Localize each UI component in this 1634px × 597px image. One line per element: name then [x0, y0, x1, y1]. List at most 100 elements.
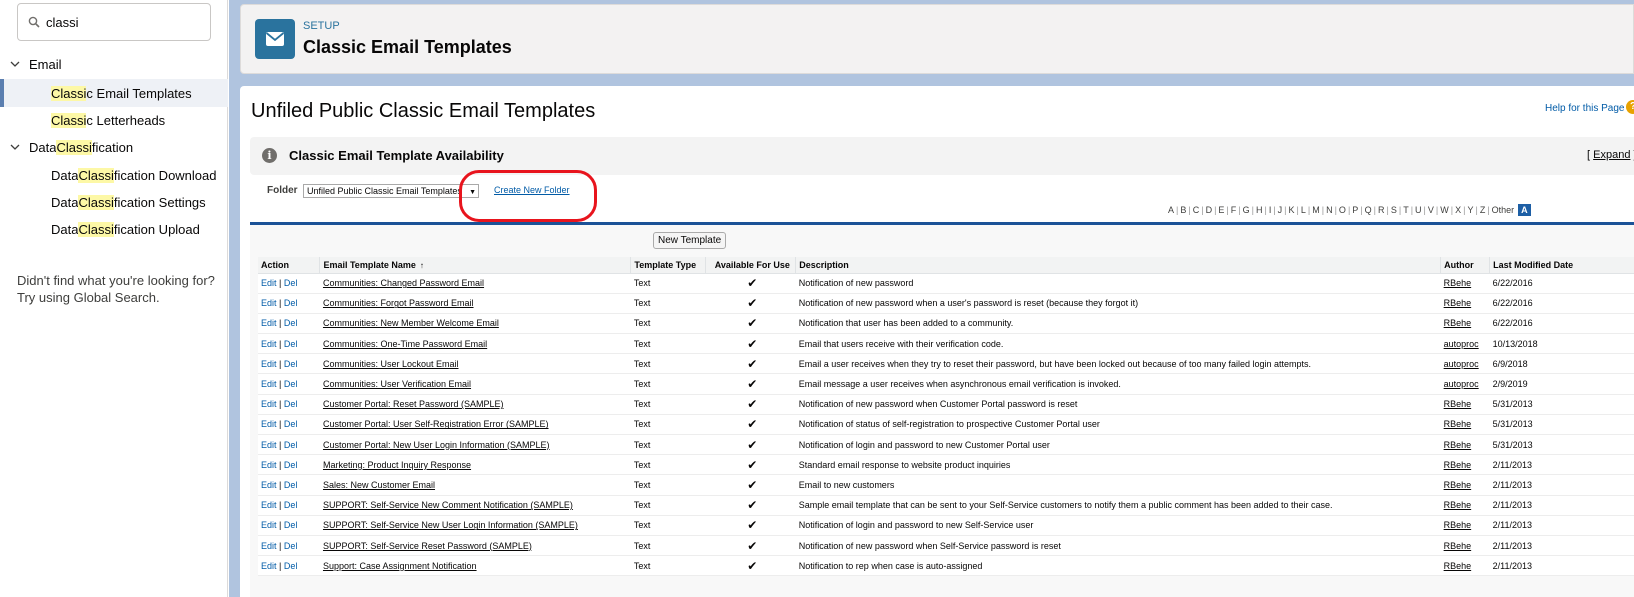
help-link[interactable]: Help for this Page: [1545, 103, 1625, 114]
edit-link[interactable]: Edit: [261, 278, 277, 288]
folder-select[interactable]: Unfiled Public Classic Email Templates ▼: [303, 184, 479, 198]
del-link[interactable]: Del: [284, 440, 298, 450]
template-name-link[interactable]: Customer Portal: New User Login Informat…: [323, 440, 550, 450]
del-link[interactable]: Del: [284, 500, 298, 510]
author-link[interactable]: autoproc: [1444, 339, 1479, 349]
del-link[interactable]: Del: [284, 541, 298, 551]
del-link[interactable]: Del: [284, 359, 298, 369]
alpha-filter-m[interactable]: M: [1312, 205, 1320, 215]
nav-item-data-classification-settings[interactable]: Data Classi fication Settings: [0, 188, 228, 216]
alpha-filter-f[interactable]: F: [1231, 205, 1237, 215]
edit-link[interactable]: Edit: [261, 379, 277, 389]
del-link[interactable]: Del: [284, 561, 298, 571]
edit-link[interactable]: Edit: [261, 339, 277, 349]
alpha-filter-r[interactable]: R: [1378, 205, 1385, 215]
author-link[interactable]: RBehe: [1444, 440, 1472, 450]
alpha-filter-i[interactable]: I: [1269, 205, 1272, 215]
alpha-filter-w[interactable]: W: [1440, 205, 1449, 215]
alpha-filter-e[interactable]: E: [1218, 205, 1224, 215]
alpha-filter-u[interactable]: U: [1415, 205, 1422, 215]
author-link[interactable]: autoproc: [1444, 379, 1479, 389]
template-name-link[interactable]: Communities: One-Time Password Email: [323, 339, 487, 349]
del-link[interactable]: Del: [284, 298, 298, 308]
alpha-filter-a[interactable]: A: [1168, 205, 1174, 215]
alpha-filter-selected[interactable]: A: [1518, 204, 1531, 216]
alpha-filter-p[interactable]: P: [1352, 205, 1358, 215]
author-link[interactable]: autoproc: [1444, 359, 1479, 369]
template-name-link[interactable]: Communities: User Lockout Email: [323, 359, 459, 369]
edit-link[interactable]: Edit: [261, 318, 277, 328]
author-link[interactable]: RBehe: [1444, 541, 1472, 551]
del-link[interactable]: Del: [284, 419, 298, 429]
edit-link[interactable]: Edit: [261, 440, 277, 450]
author-link[interactable]: RBehe: [1444, 460, 1472, 470]
alpha-filter-v[interactable]: V: [1428, 205, 1434, 215]
template-name-link[interactable]: Communities: User Verification Email: [323, 379, 471, 389]
expand-link[interactable]: Expand: [1593, 149, 1630, 161]
alpha-filter-z[interactable]: Z: [1480, 205, 1486, 215]
del-link[interactable]: Del: [284, 379, 298, 389]
alpha-filter-n[interactable]: N: [1326, 205, 1333, 215]
template-name-link[interactable]: Customer Portal: User Self-Registration …: [323, 419, 549, 429]
author-link[interactable]: RBehe: [1444, 561, 1472, 571]
alpha-filter-b[interactable]: B: [1180, 205, 1186, 215]
template-name-link[interactable]: Customer Portal: Reset Password (SAMPLE): [323, 399, 504, 409]
edit-link[interactable]: Edit: [261, 298, 277, 308]
author-link[interactable]: RBehe: [1444, 318, 1472, 328]
template-name-link[interactable]: Support: Case Assignment Notification: [323, 561, 477, 571]
template-name-link[interactable]: Communities: New Member Welcome Email: [323, 318, 499, 328]
del-link[interactable]: Del: [284, 339, 298, 349]
alpha-filter-x[interactable]: X: [1455, 205, 1461, 215]
alpha-filter-d[interactable]: D: [1206, 205, 1213, 215]
alpha-filter-l[interactable]: L: [1301, 205, 1306, 215]
nav-group-email[interactable]: Email: [0, 50, 228, 78]
alpha-filter-j[interactable]: J: [1278, 205, 1283, 215]
edit-link[interactable]: Edit: [261, 359, 277, 369]
template-name-link[interactable]: Marketing: Product Inquiry Response: [323, 460, 471, 470]
help-icon[interactable]: ?: [1626, 100, 1634, 114]
nav-group-data-classification[interactable]: Data Classi fication: [0, 133, 228, 161]
new-template-button[interactable]: New Template: [653, 232, 727, 249]
template-name-link[interactable]: SUPPORT: Self-Service Reset Password (SA…: [323, 541, 532, 551]
alpha-filter-h[interactable]: H: [1256, 205, 1263, 215]
expand-toggle[interactable]: [ Expand ]: [1587, 149, 1634, 161]
alpha-filter-other[interactable]: Other: [1492, 205, 1515, 215]
template-name-link[interactable]: SUPPORT: Self-Service New User Login Inf…: [323, 520, 578, 530]
quick-find-input[interactable]: [46, 10, 196, 34]
alpha-filter-o[interactable]: O: [1339, 205, 1346, 215]
alpha-filter-g[interactable]: G: [1243, 205, 1250, 215]
del-link[interactable]: Del: [284, 480, 298, 490]
author-link[interactable]: RBehe: [1444, 278, 1472, 288]
nav-item-data-classification-download[interactable]: Data Classi fication Download: [0, 161, 228, 189]
edit-link[interactable]: Edit: [261, 500, 277, 510]
author-link[interactable]: RBehe: [1444, 419, 1472, 429]
edit-link[interactable]: Edit: [261, 541, 277, 551]
alpha-filter-c[interactable]: C: [1193, 205, 1200, 215]
alpha-filter-q[interactable]: Q: [1365, 205, 1372, 215]
nav-item-data-classification-upload[interactable]: Data Classi fication Upload: [0, 215, 228, 243]
edit-link[interactable]: Edit: [261, 419, 277, 429]
template-name-link[interactable]: Communities: Forgot Password Email: [323, 298, 474, 308]
del-link[interactable]: Del: [284, 460, 298, 470]
author-link[interactable]: RBehe: [1444, 298, 1472, 308]
edit-link[interactable]: Edit: [261, 399, 277, 409]
edit-link[interactable]: Edit: [261, 520, 277, 530]
author-link[interactable]: RBehe: [1444, 520, 1472, 530]
template-name-link[interactable]: SUPPORT: Self-Service New Comment Notifi…: [323, 500, 573, 510]
alpha-filter-t[interactable]: T: [1403, 205, 1409, 215]
nav-item-classic-letterheads[interactable]: Classi c Letterheads: [0, 106, 228, 134]
column-header-name[interactable]: Email Template Name ↑: [319, 257, 632, 274]
del-link[interactable]: Del: [284, 520, 298, 530]
nav-item-classic-email-templates[interactable]: Classi c Email Templates: [0, 79, 228, 107]
template-name-link[interactable]: Communities: Changed Password Email: [323, 278, 484, 288]
del-link[interactable]: Del: [284, 399, 298, 409]
alpha-filter-s[interactable]: S: [1391, 205, 1397, 215]
del-link[interactable]: Del: [284, 278, 298, 288]
del-link[interactable]: Del: [284, 318, 298, 328]
quick-find-box[interactable]: [17, 3, 211, 41]
alpha-filter-y[interactable]: Y: [1467, 205, 1473, 215]
edit-link[interactable]: Edit: [261, 460, 277, 470]
alpha-filter-k[interactable]: K: [1289, 205, 1295, 215]
edit-link[interactable]: Edit: [261, 561, 277, 571]
author-link[interactable]: RBehe: [1444, 399, 1472, 409]
